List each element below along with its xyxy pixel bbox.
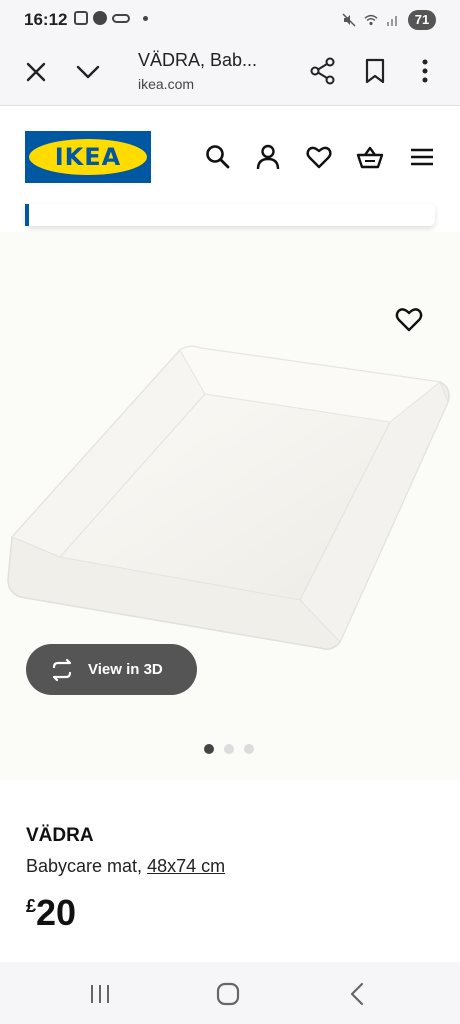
browser-toolbar: VÄDRA, Bab... ikea.com xyxy=(0,40,460,106)
carousel-dots xyxy=(204,744,254,754)
product-gallery[interactable]: View in 3D xyxy=(0,232,460,780)
notification-dot-icon xyxy=(143,15,148,21)
menu-icon[interactable] xyxy=(408,143,436,171)
mute-icon xyxy=(342,13,356,27)
battery-icon: 71 xyxy=(408,10,436,30)
home-icon[interactable] xyxy=(214,980,242,1008)
cart-icon[interactable] xyxy=(356,143,384,171)
logo-text: IKEA xyxy=(54,143,122,171)
wifi-icon xyxy=(364,14,378,26)
close-icon[interactable] xyxy=(22,58,50,86)
signal-icon xyxy=(387,16,397,26)
back-icon[interactable] xyxy=(344,980,372,1008)
product-description: Babycare mat, 48x74 cm xyxy=(26,856,225,877)
share-icon[interactable] xyxy=(308,56,338,86)
chevron-down-icon[interactable] xyxy=(74,58,102,86)
heart-icon[interactable] xyxy=(305,143,333,171)
page-url[interactable]: ikea.com xyxy=(138,76,194,92)
page-title[interactable]: VÄDRA, Bab... xyxy=(138,50,257,71)
bookmark-icon[interactable] xyxy=(360,56,390,86)
product-name: VÄDRA xyxy=(26,825,94,846)
favourite-heart-icon[interactable] xyxy=(394,304,424,334)
rotate-3d-icon xyxy=(52,658,72,681)
site-header: IKEA xyxy=(0,107,460,207)
search-icon[interactable] xyxy=(204,143,232,171)
status-time: 16:12 xyxy=(24,10,68,29)
more-vert-icon[interactable] xyxy=(410,56,440,86)
product-image xyxy=(7,345,450,650)
product-dimensions-link[interactable]: 48x74 cm xyxy=(147,856,225,876)
notice-card xyxy=(25,204,435,226)
system-nav-bar xyxy=(0,962,460,1024)
carousel-dot[interactable] xyxy=(224,744,234,754)
view-in-3d-label: View in 3D xyxy=(88,661,163,678)
status-bar: 16:12 71 xyxy=(0,0,460,40)
price-value: 20 xyxy=(36,892,77,933)
ikea-logo[interactable]: IKEA xyxy=(25,131,151,183)
carousel-dot[interactable] xyxy=(204,744,214,754)
view-in-3d-button[interactable]: View in 3D xyxy=(26,644,197,695)
price-currency: £ xyxy=(26,896,37,916)
voicemail-icon xyxy=(112,13,130,23)
facebook-icon xyxy=(93,11,107,25)
carousel-dot[interactable] xyxy=(244,744,254,754)
account-icon[interactable] xyxy=(254,143,282,171)
product-price: £20 xyxy=(26,892,76,934)
screenshot-icon xyxy=(74,11,88,25)
product-type: Babycare mat, xyxy=(26,856,143,876)
recent-apps-icon[interactable] xyxy=(86,980,114,1008)
